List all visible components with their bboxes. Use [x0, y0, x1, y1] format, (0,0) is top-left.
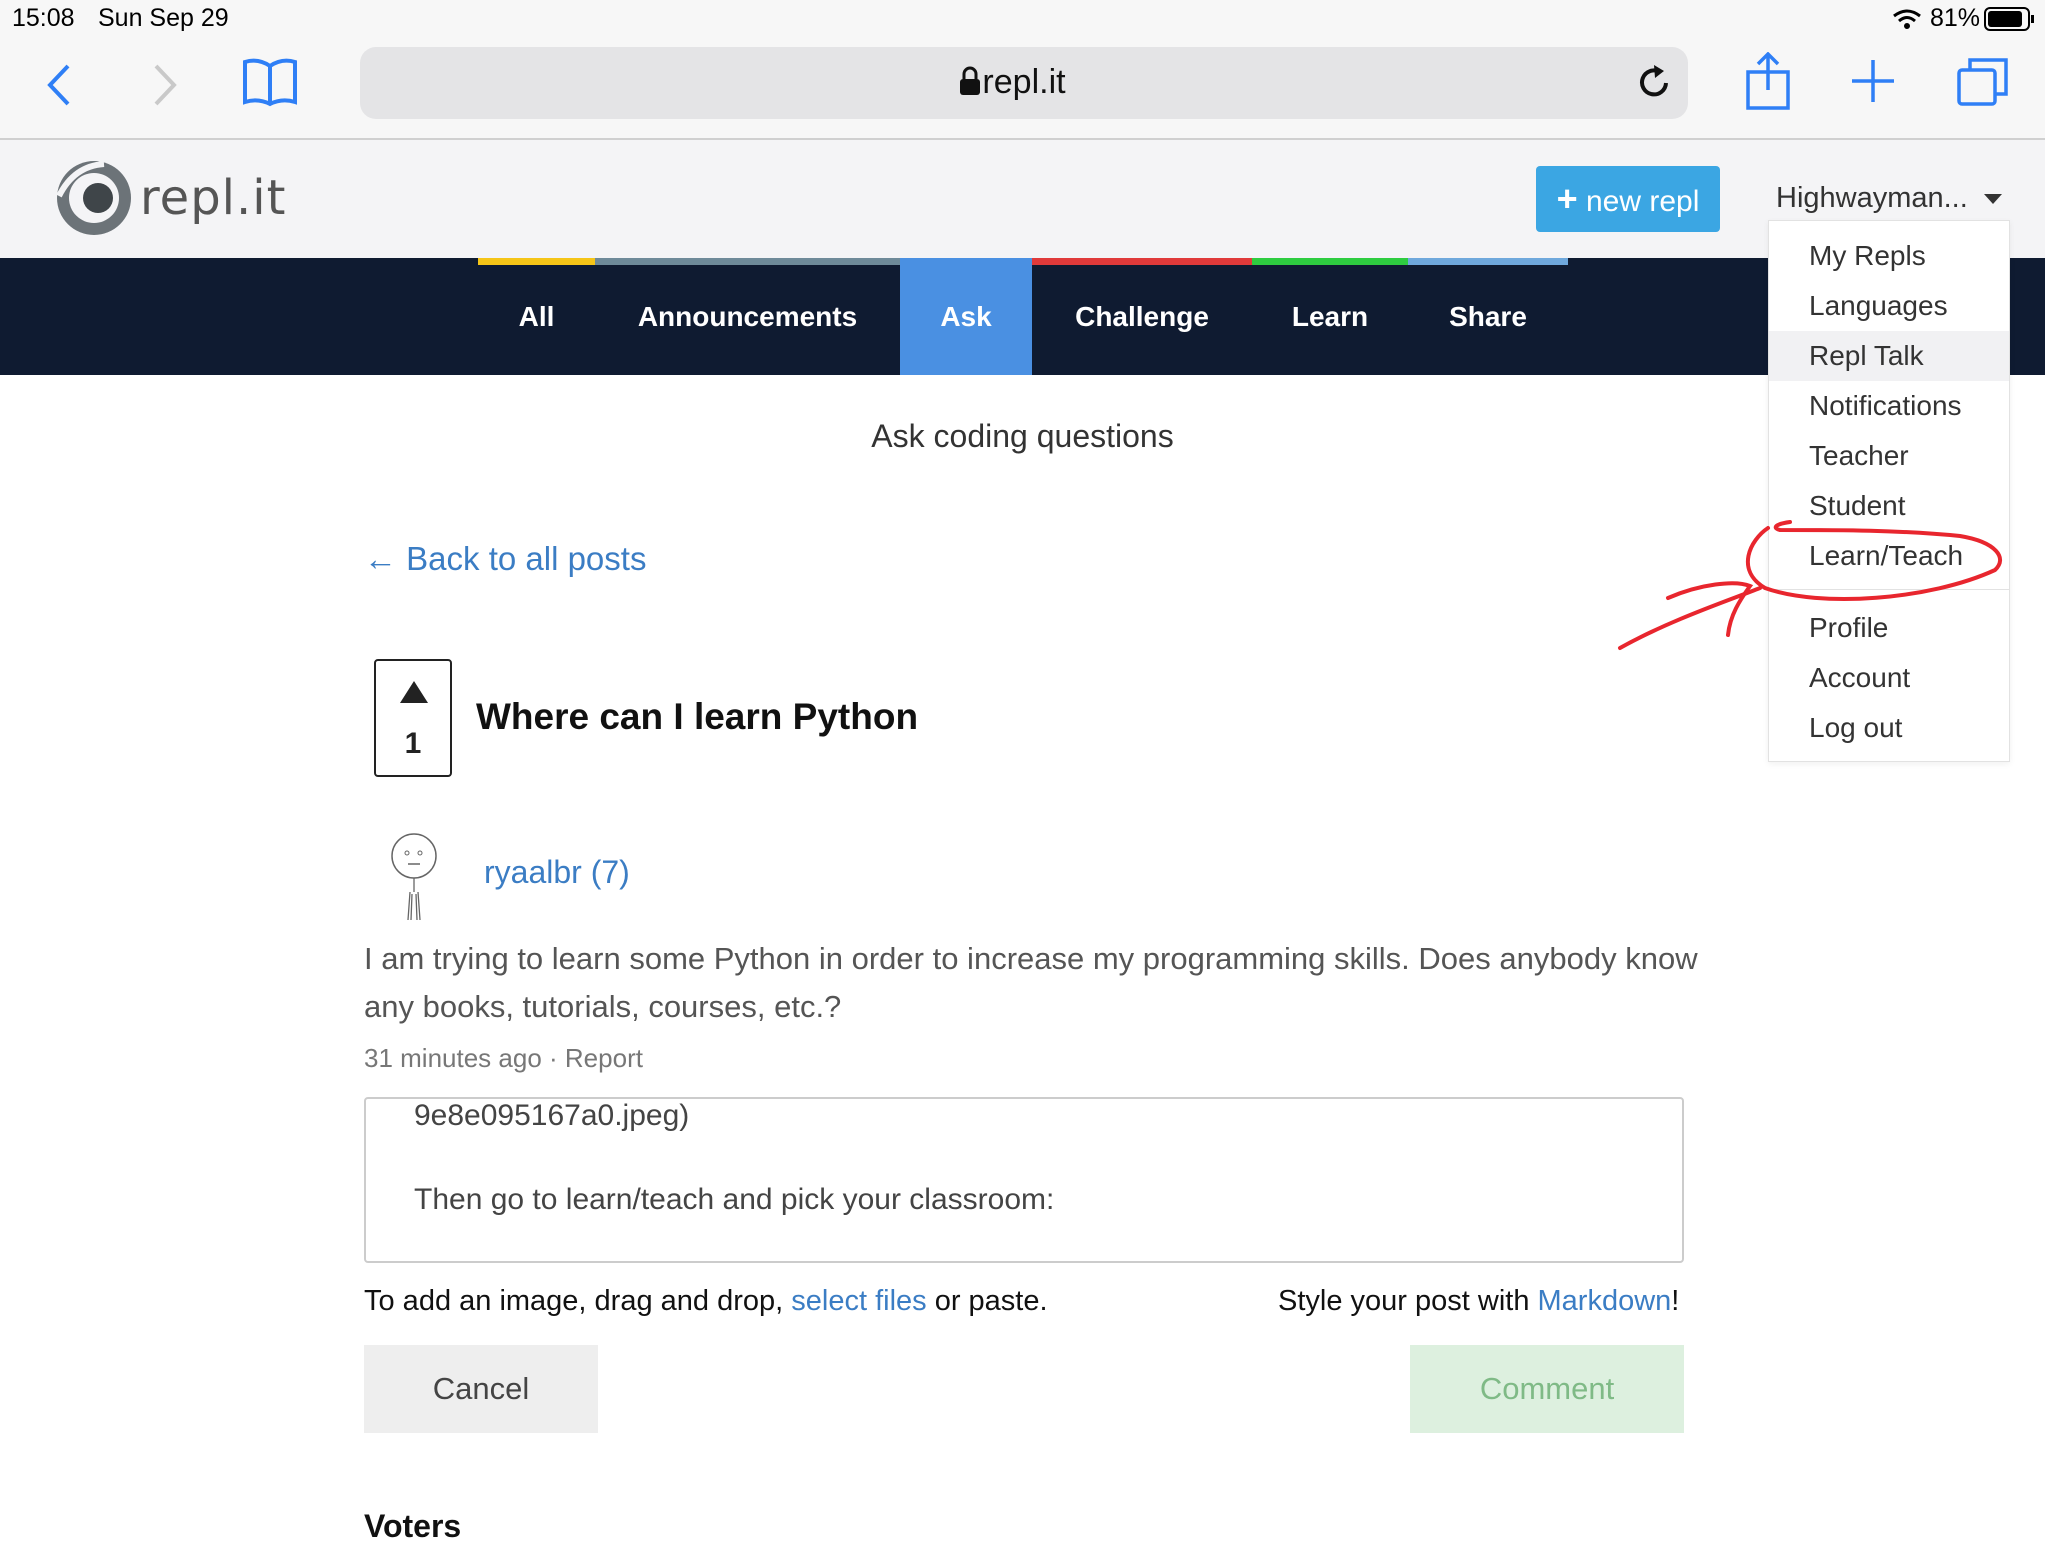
hint-text: or paste.: [926, 1285, 1048, 1317]
meta-separator: ·: [541, 1043, 565, 1073]
tab-share[interactable]: Share: [1408, 258, 1568, 375]
red-annotation-circle-arrow: [1618, 520, 2002, 650]
share-icon[interactable]: [1744, 52, 1792, 112]
address-bar[interactable]: repl.it: [360, 47, 1688, 119]
comment-button[interactable]: Comment: [1410, 1345, 1684, 1433]
url-text: repl.it: [982, 63, 1066, 101]
select-files-link[interactable]: select files: [791, 1285, 926, 1317]
tab-challenge[interactable]: Challenge: [1032, 258, 1252, 375]
wifi-icon: [1893, 9, 1921, 29]
upvote-arrow-icon[interactable]: [400, 681, 428, 705]
menu-item-languages[interactable]: Languages: [1769, 281, 2009, 331]
new-repl-label: new repl: [1585, 185, 1700, 218]
menu-item-account[interactable]: Account: [1769, 653, 2009, 703]
menu-item-teacher[interactable]: Teacher: [1769, 431, 2009, 481]
reload-icon[interactable]: [1634, 63, 1674, 103]
tab-all[interactable]: All: [478, 258, 595, 375]
forward-arrow-icon[interactable]: [150, 62, 180, 108]
post-title: Where can I learn Python: [476, 696, 919, 737]
battery-percent: 81%: [1930, 4, 1981, 32]
logo-text[interactable]: repl.it: [140, 170, 286, 226]
post-body: I am trying to learn some Python in orde…: [364, 941, 1698, 1024]
battery-icon: [1984, 7, 2034, 31]
back-to-posts-link[interactable]: ← Back to all posts: [364, 540, 646, 578]
bookmarks-icon[interactable]: [242, 56, 298, 108]
menu-item-notifications[interactable]: Notifications: [1769, 381, 2009, 431]
hint-text: Style your post with: [1278, 1285, 1538, 1317]
markdown-link[interactable]: Markdown: [1538, 1285, 1672, 1317]
hint-text: To add an image, drag and drop,: [364, 1285, 792, 1317]
new-tab-icon[interactable]: [1850, 58, 1896, 104]
status-time: 15:08: [12, 4, 75, 32]
tab-learn[interactable]: Learn: [1252, 258, 1408, 375]
author-link[interactable]: ryaalbr (7): [484, 854, 630, 891]
vote-count: 1: [404, 727, 422, 760]
upvote-box[interactable]: 1: [374, 659, 452, 777]
tab-ask[interactable]: Ask: [900, 258, 1032, 375]
user-menu[interactable]: Highwayman...: [1776, 182, 1968, 215]
tab-announcements[interactable]: Announcements: [595, 258, 900, 375]
menu-item-log-out[interactable]: Log out: [1769, 703, 2009, 753]
back-arrow-icon[interactable]: [44, 62, 74, 108]
comment-editor[interactable]: 9e8e095167a0.jpeg) Then go to learn/teac…: [364, 1097, 1684, 1263]
page-subtitle: Ask coding questions: [871, 418, 1174, 454]
post-meta: 31 minutes ago · Report: [364, 1043, 643, 1074]
caret-down-icon[interactable]: [1984, 194, 2002, 206]
image-upload-hint: To add an image, drag and drop, select f…: [364, 1285, 1048, 1318]
replit-logo-icon[interactable]: [54, 158, 134, 238]
cancel-button[interactable]: Cancel: [364, 1345, 598, 1433]
editor-text-line: 9e8e095167a0.jpeg): [414, 1099, 690, 1132]
user-dropdown-menu: My Repls Languages Repl Talk Notificatio…: [1768, 220, 2010, 762]
report-link[interactable]: Report: [565, 1043, 643, 1073]
voters-heading: Voters: [364, 1508, 462, 1544]
editor-text-line: Then go to learn/teach and pick your cla…: [414, 1183, 1055, 1216]
markdown-hint: Style your post with Markdown!: [1278, 1285, 1679, 1318]
tabs-icon[interactable]: [1956, 56, 2010, 108]
menu-item-my-repls[interactable]: My Repls: [1769, 231, 2009, 281]
site-header: repl.it + new repl Highwayman...: [0, 140, 2045, 258]
menu-item-repl-talk[interactable]: Repl Talk: [1769, 331, 2009, 381]
new-repl-button[interactable]: + new repl: [1536, 166, 1720, 232]
avatar[interactable]: [386, 832, 442, 922]
status-bar: 15:08 Sun Sep 29 81%: [0, 0, 2045, 38]
plus-icon: +: [1556, 178, 1578, 219]
category-nav: All Announcements Ask Challenge Learn Sh…: [0, 258, 2045, 375]
hint-text: !: [1671, 1285, 1680, 1317]
status-date: Sun Sep 29: [98, 4, 229, 32]
post-timestamp: 31 minutes ago: [364, 1043, 542, 1073]
browser-toolbar: repl.it: [0, 38, 2045, 140]
